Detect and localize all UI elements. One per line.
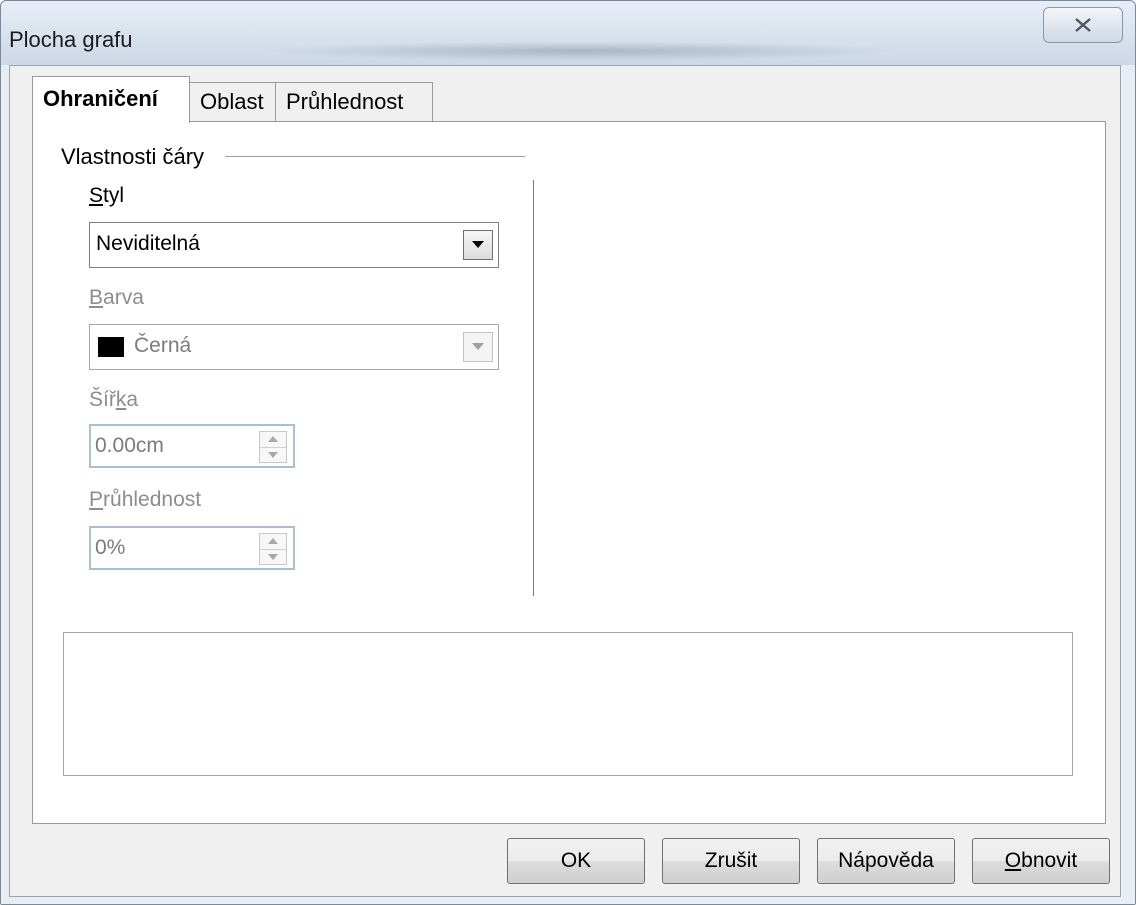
line-properties-group-title: Vlastnosti čáry xyxy=(61,144,213,170)
window-title: Plocha grafu xyxy=(9,27,133,52)
transparency-spinbox[interactable]: 0% xyxy=(89,526,295,570)
dialog-body: Ohraničení Oblast Průhlednost Vlastnosti… xyxy=(9,65,1121,897)
tab-borders[interactable]: Ohraničení xyxy=(32,76,190,123)
reset-button-label: Obnovit xyxy=(1004,849,1078,872)
spin-down-icon[interactable] xyxy=(268,554,278,560)
close-button[interactable] xyxy=(1043,7,1123,43)
transparency-spin-buttons[interactable] xyxy=(259,533,287,565)
spin-up-icon[interactable] xyxy=(268,538,278,544)
color-dropdown-button[interactable] xyxy=(463,332,493,362)
reset-button[interactable]: Obnovit xyxy=(972,838,1110,884)
spin-divider xyxy=(260,447,286,448)
width-label: Šířka xyxy=(89,388,139,411)
dialog-window: Plocha grafu Ohraničení Oblast Průhledno… xyxy=(0,0,1136,905)
style-select[interactable]: Neviditelná xyxy=(89,222,499,268)
tab-area[interactable]: Oblast xyxy=(189,82,276,122)
cancel-button[interactable]: Zrušit xyxy=(662,838,800,884)
width-spin-buttons[interactable] xyxy=(259,431,287,463)
tab-label: Oblast xyxy=(200,89,264,114)
color-select[interactable]: Černá xyxy=(89,324,499,370)
width-value: 0.00cm xyxy=(95,434,164,457)
spin-down-icon[interactable] xyxy=(268,452,278,458)
style-select-value: Neviditelná xyxy=(96,232,200,255)
group-separator xyxy=(225,156,525,157)
tab-label: Průhlednost xyxy=(286,89,404,114)
transparency-label: Průhlednost xyxy=(89,488,202,511)
help-button[interactable]: Nápověda xyxy=(817,838,955,884)
tab-transparency[interactable]: Průhlednost xyxy=(275,82,433,122)
width-spinbox[interactable]: 0.00cm xyxy=(89,424,295,468)
style-dropdown-button[interactable] xyxy=(463,230,493,260)
tab-page-borders: Vlastnosti čáry Styl Neviditelná Barva Č… xyxy=(32,121,1106,824)
spin-up-icon[interactable] xyxy=(268,436,278,442)
color-swatch xyxy=(98,337,124,357)
preview-area xyxy=(63,632,1073,776)
tab-label: Ohraničení xyxy=(43,86,158,111)
title-bar-decoration xyxy=(261,41,901,61)
style-label: Styl xyxy=(89,184,125,207)
ok-button[interactable]: OK xyxy=(507,838,645,884)
vertical-separator xyxy=(533,180,534,596)
title-bar[interactable]: Plocha grafu xyxy=(1,1,1135,65)
transparency-value: 0% xyxy=(95,536,126,559)
cancel-button-label: Zrušit xyxy=(704,849,758,872)
help-button-label: Nápověda xyxy=(838,849,934,872)
spin-divider xyxy=(260,549,286,550)
chevron-down-icon xyxy=(472,343,484,350)
chevron-down-icon xyxy=(472,241,484,248)
color-label: Barva xyxy=(89,286,144,309)
ok-button-label: OK xyxy=(560,849,592,872)
color-select-value: Černá xyxy=(134,334,192,357)
close-icon xyxy=(1075,18,1091,32)
